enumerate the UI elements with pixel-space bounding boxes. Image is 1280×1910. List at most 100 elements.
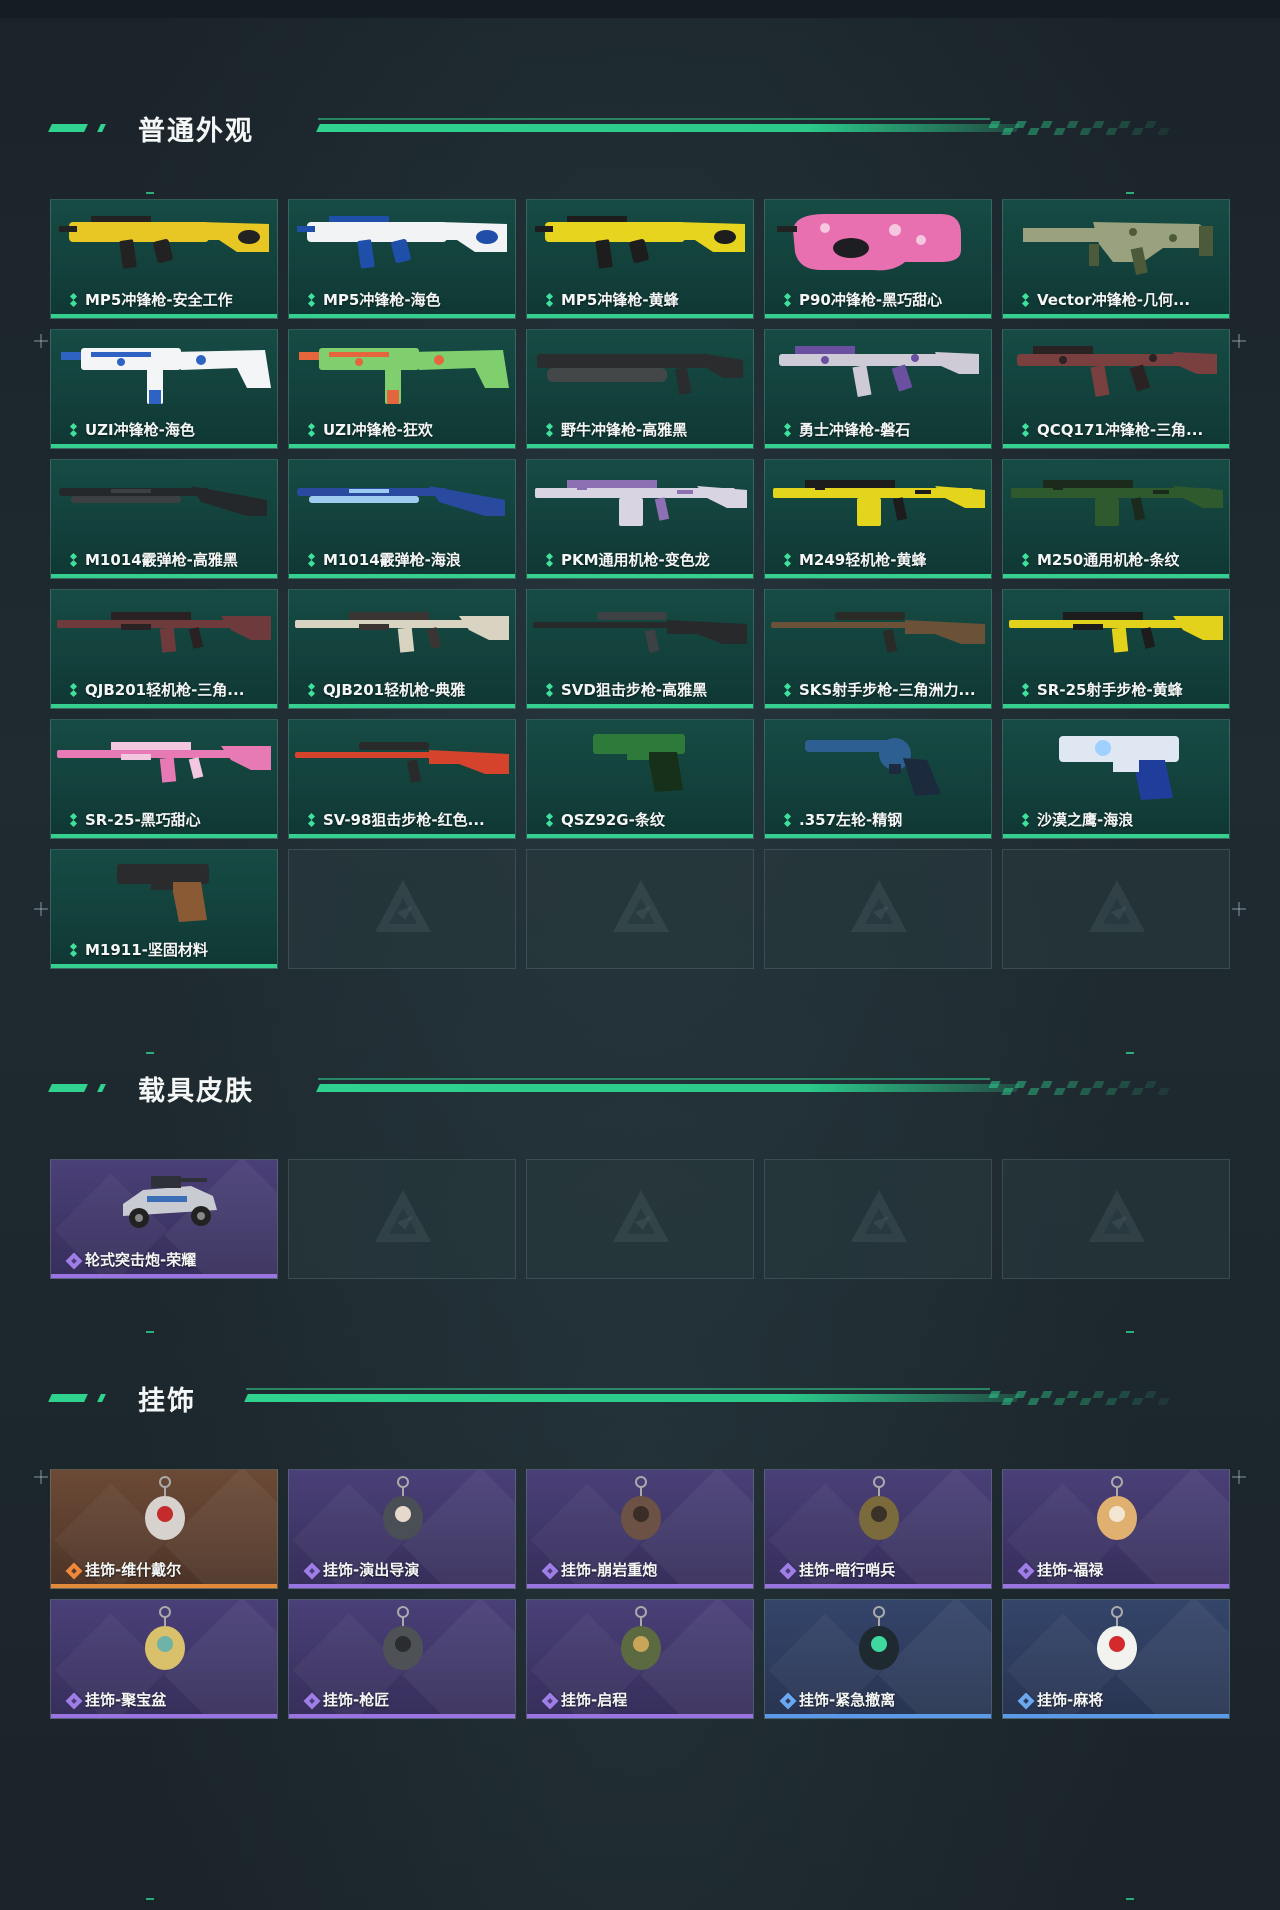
skin-card[interactable]: MP5冲锋枪-海色 (288, 199, 516, 319)
rarity-bar (1003, 704, 1229, 708)
skin-card[interactable]: UZI冲锋枪-狂欢 (288, 329, 516, 449)
checker-tile (1118, 1391, 1131, 1398)
header-bar (48, 124, 88, 132)
empty-slot-logo (613, 1190, 669, 1242)
pendant-card[interactable]: 挂饰-暗行哨兵 (764, 1469, 992, 1589)
pendant-card[interactable]: 挂饰-紧急撤离 (764, 1599, 992, 1719)
checker-tile (1001, 128, 1014, 135)
skin-card[interactable]: QJB201轻机枪-三角... (50, 589, 278, 709)
rarity-bar (765, 574, 991, 578)
item-image (773, 480, 985, 526)
skin-card[interactable]: SR-25-黑巧甜心 (50, 719, 278, 839)
item-image (57, 742, 271, 783)
skin-card[interactable]: QSZ92G-条纹 (526, 719, 754, 839)
rarity-bar (527, 444, 753, 448)
rarity-bar (289, 1584, 515, 1588)
skin-card[interactable]: M249轻机枪-黄蜂 (764, 459, 992, 579)
skin-card[interactable]: Vector冲锋枪-几何... (1002, 199, 1230, 319)
pendant-card[interactable]: 挂饰-福禄 (1002, 1469, 1230, 1589)
rarity-bar (527, 1584, 753, 1588)
checker-tile (1001, 1088, 1014, 1095)
header-checker (988, 1081, 1190, 1095)
item-name: 挂饰-聚宝盆 (85, 1691, 167, 1709)
skin-card[interactable]: M250通用机枪-条纹 (1002, 459, 1230, 579)
crosshair-mark (34, 1470, 48, 1484)
rarity-diamond-icon (781, 424, 795, 438)
pendant-card[interactable]: 挂饰-崩岩重炮 (526, 1469, 754, 1589)
rarity-bar (51, 444, 277, 448)
rarity-bar (289, 704, 515, 708)
rarity-bar (289, 834, 515, 838)
skin-card[interactable]: SVD狙击步枪-高雅黑 (526, 589, 754, 709)
item-name: MP5冲锋枪-黄蜂 (561, 291, 679, 309)
skin-card[interactable]: 勇士冲锋枪-磐石 (764, 329, 992, 449)
rarity-diamond-icon (543, 554, 557, 568)
checker-tile (1131, 1398, 1144, 1405)
rarity-bar (527, 574, 753, 578)
rarity-bar (51, 964, 277, 968)
checker-tile (1014, 121, 1027, 128)
pendant-card[interactable]: 挂饰-维什戴尔 (50, 1469, 278, 1589)
crosshair-mark (1232, 902, 1246, 916)
skin-card[interactable]: P90冲锋枪-黑巧甜心 (764, 199, 992, 319)
rarity-diamond-icon (67, 1564, 81, 1578)
item-name: 挂饰-崩岩重炮 (561, 1561, 658, 1579)
pendant-card[interactable]: 挂饰-聚宝盆 (50, 1599, 278, 1719)
item-image (771, 612, 985, 653)
checker-tile (1131, 1088, 1144, 1095)
item-image (383, 1476, 423, 1540)
item-image (777, 214, 961, 271)
skin-card[interactable]: SV-98狙击步枪-红色... (288, 719, 516, 839)
item-image (621, 1476, 661, 1540)
item-name: PKM通用机枪-变色龙 (561, 551, 710, 569)
item-image (295, 612, 509, 653)
skin-card[interactable]: 沙漠之鹰-海浪 (1002, 719, 1230, 839)
item-image (57, 612, 271, 653)
rarity-diamond-icon (67, 424, 81, 438)
header-checker (988, 1391, 1190, 1405)
section-pendants: 挂饰 挂饰-维什戴尔 挂饰-演出导演 挂饰-崩岩重炮 挂饰-暗行哨兵 挂饰-福禄… (0, 1377, 1280, 1719)
rarity-bar (1003, 444, 1229, 448)
pendant-card[interactable]: 挂饰-演出导演 (288, 1469, 516, 1589)
rarity-diamond-icon (67, 944, 81, 958)
skin-card[interactable]: M1911-坚固材料 (50, 849, 278, 969)
item-image (779, 346, 979, 397)
pendant-card[interactable]: 挂饰-启程 (526, 1599, 754, 1719)
corner-tick (146, 1898, 154, 1900)
corner-tick (146, 1331, 154, 1333)
checker-tile (1118, 121, 1131, 128)
rarity-bar (1003, 1714, 1229, 1718)
skin-card[interactable]: .357左轮-精钢 (764, 719, 992, 839)
pendant-card[interactable]: 挂饰-枪匠 (288, 1599, 516, 1719)
skin-card[interactable]: SKS射手步枪-三角洲力... (764, 589, 992, 709)
skin-card[interactable]: 野牛冲锋枪-高雅黑 (526, 329, 754, 449)
item-name: 野牛冲锋枪-高雅黑 (561, 421, 688, 439)
header-bar (97, 1394, 106, 1402)
skin-card[interactable]: M1014霰弹枪-海浪 (288, 459, 516, 579)
skin-card[interactable]: MP5冲锋枪-黄蜂 (526, 199, 754, 319)
item-name: 挂饰-维什戴尔 (85, 1561, 182, 1579)
rarity-diamond-icon (781, 1564, 795, 1578)
skin-card[interactable]: PKM通用机枪-变色龙 (526, 459, 754, 579)
section-header: 载具皮肤 (0, 1067, 1280, 1107)
checker-tile (1131, 128, 1144, 135)
vehicle-card[interactable]: 轮式突击炮-荣耀 (50, 1159, 278, 1279)
rarity-diamond-icon (1019, 1564, 1033, 1578)
item-image (535, 480, 747, 526)
rarity-bar (289, 574, 515, 578)
pendant-card[interactable]: 挂饰-麻将 (1002, 1599, 1230, 1719)
rarity-bar (765, 444, 991, 448)
section-header: 普通外观 (0, 107, 1280, 147)
skin-card[interactable]: SR-25射手步枪-黄蜂 (1002, 589, 1230, 709)
skin-card[interactable]: QJB201轻机枪-典雅 (288, 589, 516, 709)
skin-card[interactable]: QCQ171冲锋枪-三角... (1002, 329, 1230, 449)
checker-tile (988, 1081, 1001, 1088)
rarity-diamond-icon (1019, 554, 1033, 568)
skin-card[interactable]: UZI冲锋枪-海色 (50, 329, 278, 449)
rarity-diamond-icon (1019, 684, 1033, 698)
item-name: QJB201轻机枪-典雅 (323, 681, 466, 699)
item-image (1097, 1606, 1137, 1670)
skin-card[interactable]: MP5冲锋枪-安全工作 (50, 199, 278, 319)
rarity-bar (1003, 314, 1229, 318)
skin-card[interactable]: M1014霰弹枪-高雅黑 (50, 459, 278, 579)
